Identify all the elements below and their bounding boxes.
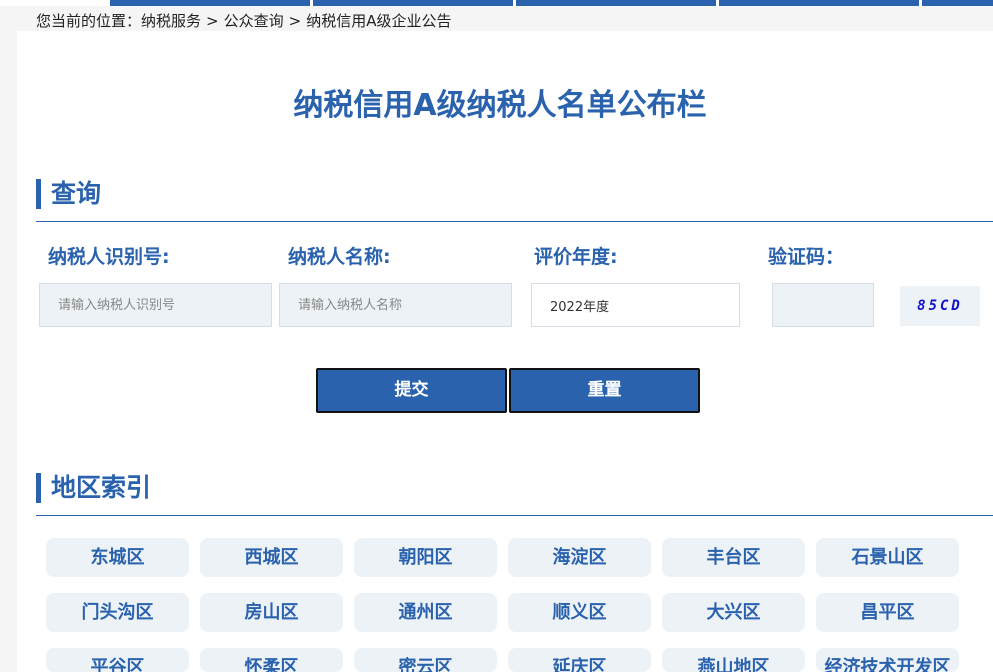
breadcrumb-separator: > (206, 12, 219, 30)
nav-tab[interactable] (516, 0, 716, 6)
query-section-title: 查询 (36, 179, 101, 209)
region-button-fangshan[interactable]: 房山区 (200, 593, 343, 632)
region-button-miyun[interactable]: 密云区 (354, 648, 497, 672)
taxpayer-id-label: 纳税人识别号: (48, 246, 170, 268)
nav-tab[interactable] (313, 0, 513, 6)
taxpayer-id-input[interactable] (39, 283, 272, 327)
region-button-fengtai[interactable]: 丰台区 (662, 538, 805, 577)
region-button-tongzhou[interactable]: 通州区 (354, 593, 497, 632)
region-button-daxing[interactable]: 大兴区 (662, 593, 805, 632)
breadcrumb-prefix: 您当前的位置： (36, 12, 142, 30)
captcha-label: 验证码： (768, 246, 845, 268)
region-button-shunyi[interactable]: 顺义区 (508, 593, 651, 632)
region-button-etdz[interactable]: 经济技术开发区 (816, 648, 959, 672)
taxpayer-name-label: 纳税人名称: (288, 246, 391, 268)
region-button-dongcheng[interactable]: 东城区 (46, 538, 189, 577)
page-title: 纳税信用A级纳税人名单公布栏 (293, 88, 707, 123)
region-button-mentougou[interactable]: 门头沟区 (46, 593, 189, 632)
region-section-title: 地区索引 (36, 473, 151, 503)
region-button-chaoyang[interactable]: 朝阳区 (354, 538, 497, 577)
evaluation-year-label: 评价年度: (534, 246, 618, 268)
breadcrumb-current: 纳税信用A级企业公告 (306, 12, 452, 30)
top-nav-bar (0, 0, 993, 6)
taxpayer-name-input[interactable] (279, 283, 512, 327)
nav-tab[interactable] (719, 0, 919, 6)
breadcrumb-link-query[interactable]: 公众查询 (224, 12, 284, 30)
reset-button[interactable]: 重置 (509, 368, 700, 413)
region-button-pinggu[interactable]: 平谷区 (46, 648, 189, 672)
captcha-input[interactable] (772, 283, 874, 327)
breadcrumb: 您当前的位置：纳税服务 > 公众查询 > 纳税信用A级企业公告 (36, 11, 451, 31)
captcha-image[interactable]: 85CD (900, 286, 980, 326)
breadcrumb-separator: > (288, 12, 302, 30)
region-button-yanshan[interactable]: 燕山地区 (662, 648, 805, 672)
nav-tab[interactable] (110, 0, 310, 6)
region-button-xicheng[interactable]: 西城区 (200, 538, 343, 577)
region-button-shijingshan[interactable]: 石景山区 (816, 538, 959, 577)
nav-tab[interactable] (922, 0, 993, 6)
region-button-yanqing[interactable]: 延庆区 (508, 648, 651, 672)
region-button-changping[interactable]: 昌平区 (816, 593, 959, 632)
divider (36, 515, 993, 516)
region-button-huairou[interactable]: 怀柔区 (200, 648, 343, 672)
divider (36, 221, 993, 222)
breadcrumb-link-service[interactable]: 纳税服务 (141, 12, 201, 30)
evaluation-year-select[interactable] (531, 283, 740, 327)
submit-button[interactable]: 提交 (316, 368, 507, 413)
region-button-haidian[interactable]: 海淀区 (508, 538, 651, 577)
